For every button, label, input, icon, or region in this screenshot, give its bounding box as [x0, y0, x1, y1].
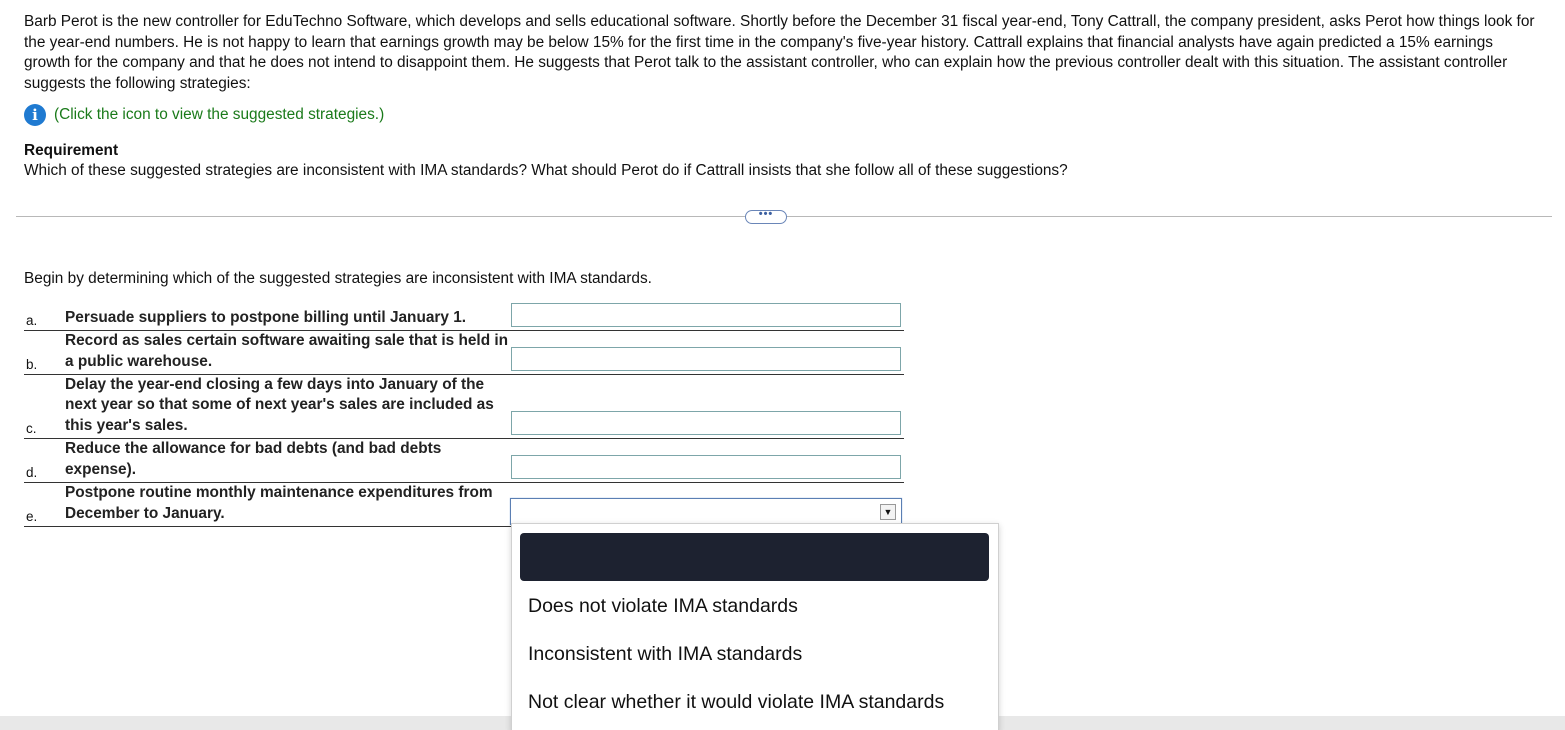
dropdown-option-inconsistent[interactable]: Inconsistent with IMA standards	[528, 643, 802, 666]
strategy-row-a: a. Persuade suppliers to postpone billin…	[24, 300, 904, 331]
answer-select-d[interactable]	[511, 455, 901, 479]
dropdown-arrow-icon[interactable]: ▼	[880, 504, 896, 520]
strategy-row-b: b. Record as sales certain software awai…	[24, 331, 904, 375]
strategy-text: Persuade suppliers to postpone billing u…	[65, 308, 467, 326]
problem-description: Barb Perot is the new controller for Edu…	[24, 13, 1535, 92]
strategy-text: Reduce the allowance for bad debts (and …	[65, 440, 442, 478]
strategy-row-d: d. Reduce the allowance for bad debts (a…	[24, 439, 904, 483]
strategy-row-c: c. Delay the year-end closing a few days…	[24, 375, 904, 439]
requirement-title: Requirement	[24, 142, 119, 159]
info-row: i (Click the icon to view the suggested …	[24, 103, 384, 127]
expand-more-button[interactable]: •••	[745, 209, 787, 224]
row-letter: c.	[26, 421, 37, 436]
answer-select-c[interactable]	[511, 411, 901, 435]
row-letter: d.	[26, 465, 38, 480]
dropdown-option-not-clear[interactable]: Not clear whether it would violate IMA s…	[528, 691, 944, 714]
dropdown-option-does-not-violate[interactable]: Does not violate IMA standards	[528, 595, 798, 618]
strategy-text: Postpone routine monthly maintenance exp…	[65, 484, 493, 522]
question-prompt: Begin by determining which of the sugges…	[24, 270, 652, 287]
row-letter: e.	[26, 509, 38, 524]
strategy-text: Record as sales certain software awaitin…	[65, 332, 509, 370]
dropdown-menu: Does not violate IMA standards Inconsist…	[511, 523, 999, 730]
strategy-row-e: e. Postpone routine monthly maintenance …	[24, 483, 904, 527]
page: Barb Perot is the new controller for Edu…	[0, 0, 1565, 730]
answer-select-e[interactable]: ▼	[510, 498, 902, 525]
answer-select-a[interactable]	[511, 303, 901, 327]
requirement-text: Which of these suggested strategies are …	[24, 162, 1068, 179]
view-strategies-link[interactable]: (Click the icon to view the suggested st…	[54, 106, 384, 124]
dropdown-option-blank[interactable]	[520, 533, 989, 581]
strategy-text: Delay the year-end closing a few days in…	[65, 375, 494, 434]
row-letter: b.	[26, 357, 38, 372]
answer-select-b[interactable]	[511, 347, 901, 371]
info-icon[interactable]: i	[24, 104, 46, 126]
row-letter: a.	[26, 313, 38, 328]
